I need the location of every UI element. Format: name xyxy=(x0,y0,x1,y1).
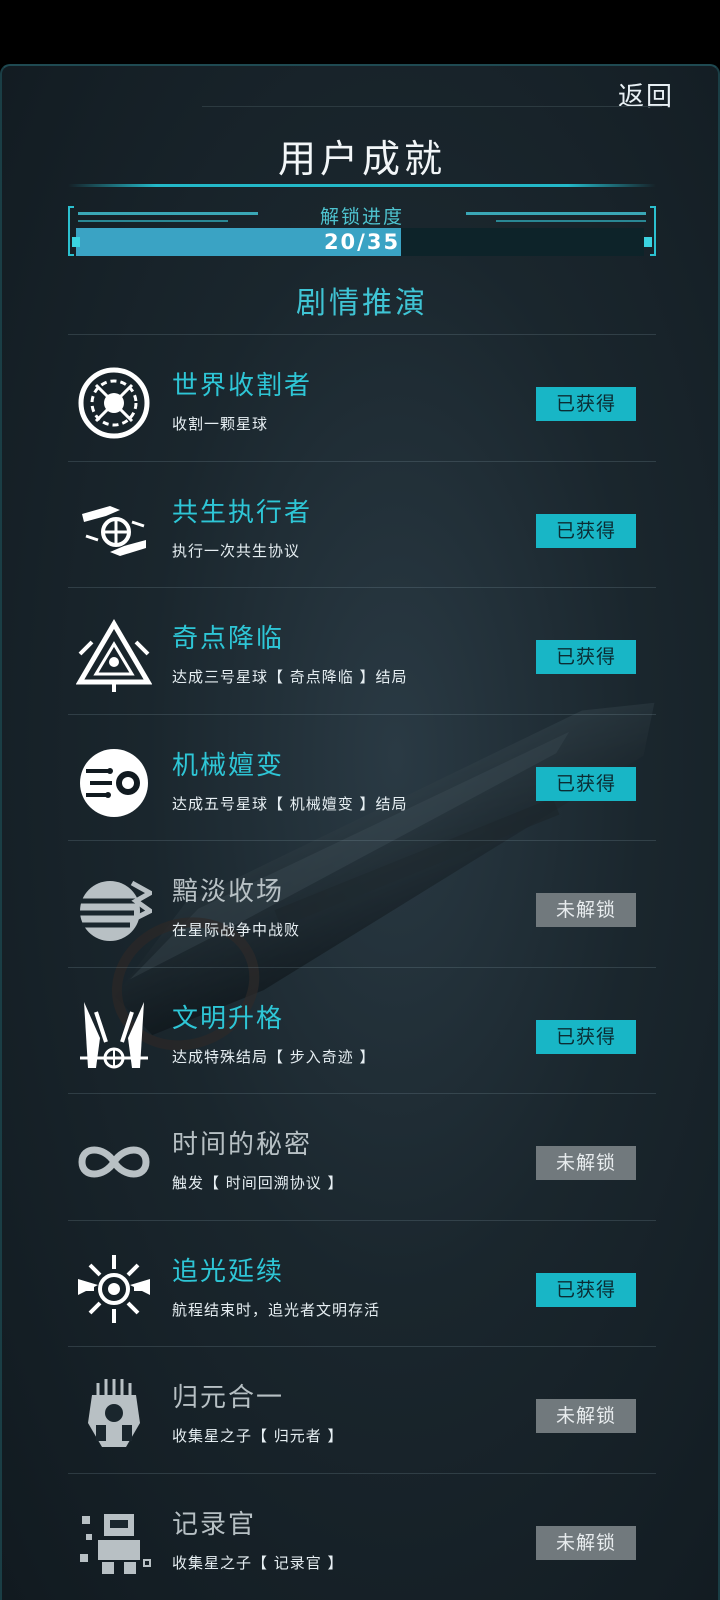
achievement-row[interactable]: 奇点降临达成三号星球【 奇点降临 】结局 已获得 xyxy=(68,587,656,714)
achievement-name: 世界收割者 xyxy=(172,371,313,401)
achievement-name: 共生执行者 xyxy=(172,497,313,528)
harvest-planet-icon xyxy=(76,365,152,441)
page-title: 用户成就 xyxy=(277,137,446,181)
singularity-triangle-icon xyxy=(75,618,153,694)
achievement-desc: 在星际战争中战败 xyxy=(172,921,301,939)
symbiosis-hands-icon xyxy=(76,492,152,568)
obtained-badge: 已获得 xyxy=(536,640,636,674)
achievement-desc: 执行一次共生协议 xyxy=(172,541,301,560)
obtained-badge: 已获得 xyxy=(536,1272,636,1307)
top-divider xyxy=(202,106,662,107)
section-title: 剧情推演 xyxy=(296,286,428,321)
radiant-sun-icon xyxy=(76,1251,152,1327)
achievement-row[interactable]: 文明升格达成特殊结局【 步入奇迹 】 已获得 xyxy=(68,966,656,1094)
achievement-name: 追光延续 xyxy=(172,1256,285,1287)
achievement-row[interactable]: 共生执行者执行一次共生协议 已获得 xyxy=(68,460,656,588)
achievement-desc: 达成特殊结局【 步入奇迹 】 xyxy=(172,1047,376,1066)
achievement-desc: 航程结束时，追光者文明存活 xyxy=(172,1300,381,1319)
achievement-row[interactable]: 机械嬗变达成五号星球【 机械嬗变 】结局 已获得 xyxy=(68,713,656,841)
infinity-icon xyxy=(76,1124,152,1200)
achievement-name: 机械嬗变 xyxy=(172,750,285,781)
achievement-row[interactable]: 记录官收集星之子【 记录官 】 未解锁 xyxy=(68,1472,656,1600)
dim-planet-icon xyxy=(76,871,156,947)
locked-badge: 未解锁 xyxy=(536,1525,636,1560)
achievement-name: 文明升格 xyxy=(172,1003,285,1034)
progress-count: 20/35 xyxy=(323,230,401,254)
achievement-list: 世界收割者 收割一颗星球 已获得 共生执行者 执行一次共生协议 已获得 奇点降临 达成三号星球… xyxy=(68,334,656,1599)
locked-badge: 未解锁 xyxy=(536,1146,636,1180)
achievement-desc: 触发【 时间回溯协议 】 xyxy=(172,1174,344,1192)
achievement-row[interactable]: 黯淡收场在星际战争中战败 未解锁 xyxy=(68,840,656,967)
achievement-row[interactable]: 世界收割者收割一颗星球 已获得 xyxy=(68,334,656,461)
achievement-name: 记录官 xyxy=(172,1509,257,1540)
achievement-desc: 达成五号星球【 机械嬗变 】结局 xyxy=(172,794,408,813)
achievement-row[interactable]: 时间的秘密触发【 时间回溯协议 】 未解锁 xyxy=(68,1093,656,1220)
achievement-name: 归元合一 xyxy=(172,1383,285,1413)
obtained-badge: 已获得 xyxy=(536,387,636,421)
mechanical-eye-icon xyxy=(76,745,152,821)
achievement-name: 奇点降临 xyxy=(172,624,285,654)
locked-badge: 未解锁 xyxy=(536,1399,636,1433)
achievement-desc: 达成三号星球【 奇点降临 】结局 xyxy=(172,668,408,686)
obtained-badge: 已获得 xyxy=(536,1019,636,1054)
achievement-desc: 收集星之子【 归元者 】 xyxy=(172,1427,344,1445)
pixel-robot-icon xyxy=(76,1504,152,1580)
achievement-row[interactable]: 归元合一收集星之子【 归元者 】 未解锁 xyxy=(68,1346,656,1473)
status-bar xyxy=(0,0,720,64)
achievement-row[interactable]: 追光延续航程结束时，追光者文明存活 已获得 xyxy=(68,1219,656,1347)
title-underline xyxy=(68,184,656,187)
locked-badge: 未解锁 xyxy=(536,893,636,927)
robot-mask-icon xyxy=(76,1377,152,1453)
winged-emblem-icon xyxy=(76,998,152,1074)
achievement-name: 时间的秘密 xyxy=(172,1130,313,1160)
obtained-badge: 已获得 xyxy=(536,766,636,801)
unlock-progress: 解锁进度 20/35 xyxy=(68,206,656,258)
achievement-name: 黯淡收场 xyxy=(172,877,285,907)
back-button[interactable]: 返回 xyxy=(618,76,674,113)
achievements-panel: 返回 用户成就 解锁进度 20/35 剧情推演 世界收割者 收割一颗星球 已获得 共生… xyxy=(0,64,720,1600)
achievement-desc: 收集星之子【 记录官 】 xyxy=(172,1553,344,1572)
achievement-desc: 收割一颗星球 xyxy=(172,415,269,433)
progress-label: 解锁进度 xyxy=(319,206,404,228)
obtained-badge: 已获得 xyxy=(536,513,636,548)
